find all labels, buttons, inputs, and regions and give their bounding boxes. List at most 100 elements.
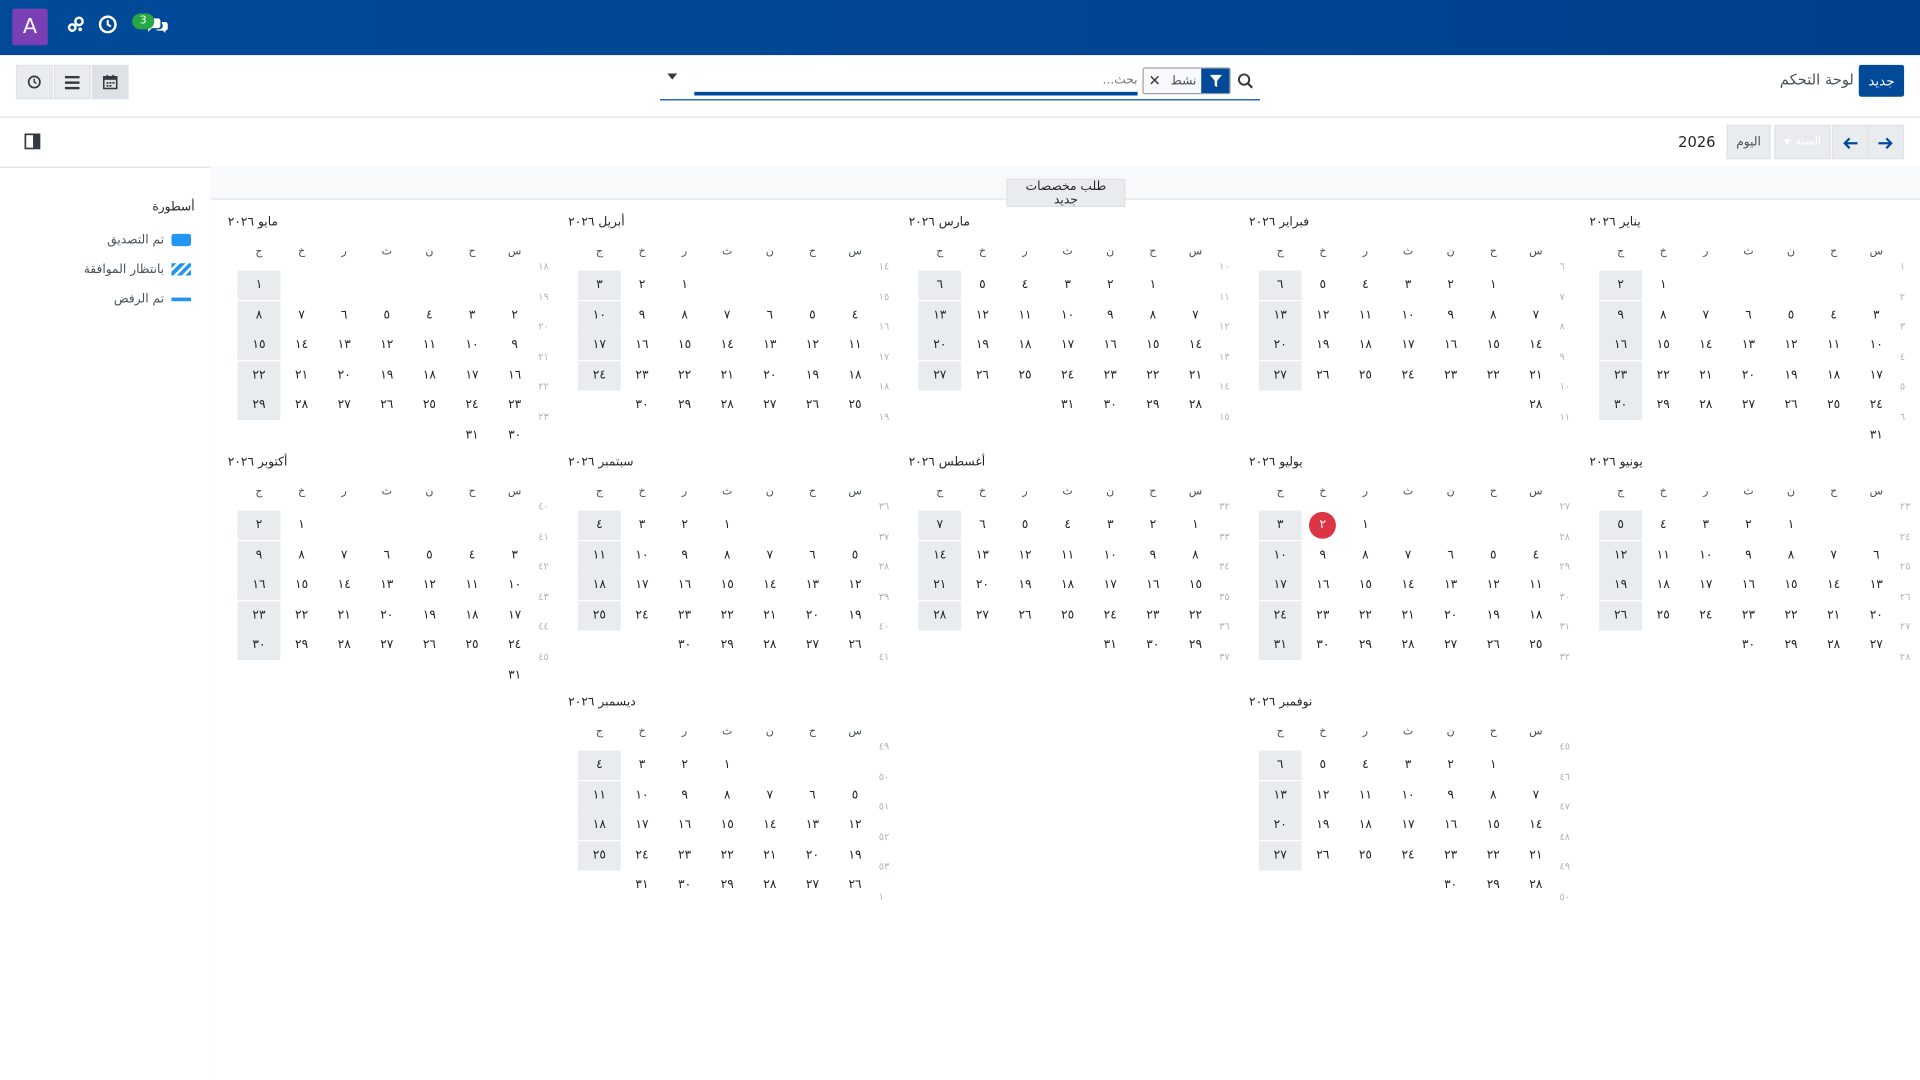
day-cell[interactable]: ٢٥ [1344, 841, 1387, 870]
day-cell[interactable]: ٢١ [1514, 361, 1557, 390]
calendar-view-button[interactable] [91, 64, 129, 100]
day-cell[interactable]: ١ [280, 511, 323, 540]
day-cell[interactable]: ١٧ [1684, 571, 1727, 600]
day-cell[interactable]: ٢٨ [706, 391, 749, 420]
day-cell[interactable]: ١ [1642, 271, 1685, 300]
day-cell[interactable]: ٢٠ [365, 601, 408, 630]
day-cell[interactable]: ٣٠ [1301, 631, 1344, 660]
day-cell[interactable]: ٣ [1046, 271, 1089, 300]
day-cell[interactable]: ٦ [1727, 301, 1770, 330]
day-cell[interactable]: ١٦ [1301, 571, 1344, 600]
day-cell[interactable]: ٨ [280, 541, 323, 570]
day-cell[interactable]: ٢٣ [237, 600, 281, 631]
day-cell[interactable]: ٥ [1599, 510, 1643, 541]
day-cell[interactable]: ١٣ [1429, 571, 1472, 600]
day-cell[interactable]: ١٤ [1514, 811, 1557, 840]
day-cell[interactable]: ٢٥ [1812, 391, 1855, 420]
day-cell[interactable]: ٢٠ [791, 601, 834, 630]
day-cell[interactable]: ١٤ [280, 331, 323, 360]
scale-dropdown[interactable]: السنة ▼ [1774, 124, 1831, 160]
day-cell[interactable]: ٢ [237, 510, 281, 541]
day-cell[interactable]: ٦ [791, 541, 834, 570]
day-cell[interactable]: ٣٠ [663, 871, 706, 900]
day-cell[interactable]: ٢٦ [834, 871, 877, 900]
day-cell[interactable]: ٢١ [1514, 841, 1557, 870]
day-cell[interactable]: ١٨ [577, 570, 621, 601]
day-cell[interactable]: ٢٠ [791, 841, 834, 870]
day-cell[interactable]: ١ [1472, 271, 1515, 300]
day-cell[interactable]: ٣١ [1046, 391, 1089, 420]
day-cell[interactable]: ١٥ [1472, 331, 1515, 360]
day-cell[interactable]: ٢ [1429, 271, 1472, 300]
day-cell[interactable]: ٢٨ [748, 631, 791, 660]
day-cell[interactable]: ٥ [1301, 751, 1344, 780]
day-cell[interactable]: ٢٩ [663, 391, 706, 420]
day-cell[interactable]: ٢٩ [1344, 631, 1387, 660]
day-cell[interactable]: ١ [663, 271, 706, 300]
day-cell[interactable]: ٢٠ [1258, 330, 1302, 361]
day-cell[interactable]: ٨ [237, 300, 281, 331]
day-cell[interactable]: ٢٩ [1174, 631, 1217, 660]
day-cell[interactable]: ٢١ [748, 841, 791, 870]
day-cell[interactable]: ٨ [1770, 541, 1813, 570]
day-cell-today[interactable]: ٢ [1301, 511, 1344, 540]
day-cell[interactable]: ٢٦ [1004, 601, 1047, 630]
day-cell[interactable]: ٤ [834, 301, 877, 330]
day-cell[interactable]: ٢٧ [1258, 360, 1302, 391]
day-cell[interactable]: ٢ [663, 511, 706, 540]
day-cell[interactable]: ١٢ [1770, 331, 1813, 360]
day-cell[interactable]: ٢١ [706, 361, 749, 390]
day-cell[interactable]: ٥ [365, 301, 408, 330]
day-cell[interactable]: ٦ [961, 511, 1004, 540]
day-cell[interactable]: ٩ [1429, 301, 1472, 330]
day-cell[interactable]: ٤ [1812, 301, 1855, 330]
day-cell[interactable]: ٢٧ [323, 391, 366, 420]
day-cell[interactable]: ٩ [1089, 301, 1132, 330]
day-cell[interactable]: ٢ [1131, 511, 1174, 540]
day-cell[interactable]: ٢٣ [663, 841, 706, 870]
day-cell[interactable]: ٢٩ [1472, 871, 1515, 900]
day-cell[interactable]: ٣٠ [1599, 390, 1643, 421]
day-cell[interactable]: ١٨ [1344, 811, 1387, 840]
day-cell[interactable]: ١٤ [748, 571, 791, 600]
day-cell[interactable]: ٢٥ [1344, 361, 1387, 390]
day-cell[interactable]: ٨ [663, 301, 706, 330]
day-cell[interactable]: ١٦ [1429, 811, 1472, 840]
day-cell[interactable]: ١٣ [323, 331, 366, 360]
day-cell[interactable]: ٥ [1770, 301, 1813, 330]
day-cell[interactable]: ٣٠ [621, 391, 664, 420]
day-cell[interactable]: ٣ [1684, 511, 1727, 540]
day-cell[interactable]: ٧ [918, 510, 962, 541]
day-cell[interactable]: ١٢ [1301, 781, 1344, 810]
day-cell[interactable]: ٦ [1258, 750, 1302, 781]
day-cell[interactable]: ٢٦ [1472, 631, 1515, 660]
day-cell[interactable]: ١٩ [1004, 571, 1047, 600]
day-cell[interactable]: ١٧ [493, 601, 536, 630]
day-cell[interactable]: ١٦ [1089, 331, 1132, 360]
day-cell[interactable]: ٢١ [1684, 361, 1727, 390]
day-cell[interactable]: ٥ [961, 271, 1004, 300]
day-cell[interactable]: ٢٦ [834, 631, 877, 660]
day-cell[interactable]: ١٣ [791, 811, 834, 840]
day-cell[interactable]: ٤ [1344, 751, 1387, 780]
day-cell[interactable]: ١٧ [1387, 331, 1430, 360]
day-cell[interactable]: ٢٣ [1429, 841, 1472, 870]
day-cell[interactable]: ١٧ [621, 571, 664, 600]
day-cell[interactable]: ٩ [237, 540, 281, 571]
day-cell[interactable]: ١٧ [1258, 570, 1302, 601]
day-cell[interactable]: ٢٧ [365, 631, 408, 660]
day-cell[interactable]: ١١ [451, 571, 494, 600]
day-cell[interactable]: ٩ [1727, 541, 1770, 570]
day-cell[interactable]: ٣ [1387, 751, 1430, 780]
day-cell[interactable]: ٦ [323, 301, 366, 330]
day-cell[interactable]: ٧ [1684, 301, 1727, 330]
day-cell[interactable]: ١٦ [621, 331, 664, 360]
day-cell[interactable]: ١٤ [918, 540, 962, 571]
day-cell[interactable]: ٩ [1599, 300, 1643, 331]
day-cell[interactable]: ٤ [408, 301, 451, 330]
day-cell[interactable]: ١١ [1812, 331, 1855, 360]
day-cell[interactable]: ٢٥ [451, 631, 494, 660]
day-cell[interactable]: ١ [706, 751, 749, 780]
day-cell[interactable]: ٢٤ [621, 601, 664, 630]
day-cell[interactable]: ١٨ [1344, 331, 1387, 360]
